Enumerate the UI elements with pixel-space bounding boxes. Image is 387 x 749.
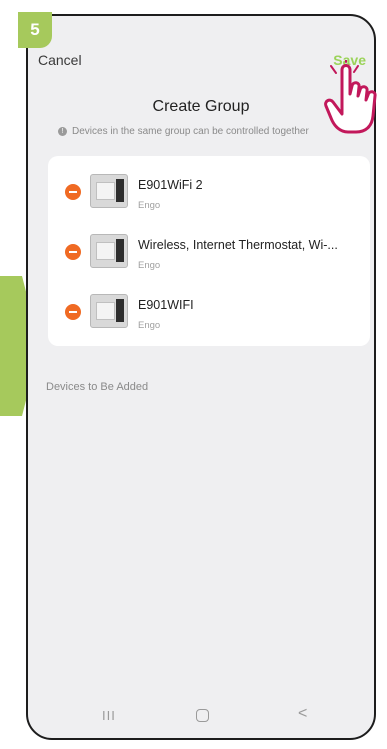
info-icon: ! [58, 126, 67, 136]
device-brand: Engo [138, 200, 161, 211]
cancel-button[interactable]: Cancel [38, 52, 82, 68]
device-name: Wireless, Internet Thermostat, Wi-... [138, 238, 338, 252]
device-row[interactable]: Wireless, Internet Thermostat, Wi-... En… [48, 222, 370, 282]
thermostat-icon [90, 234, 128, 268]
group-info-label: Devices in the same group can be control… [72, 126, 309, 137]
section-label-devices-to-add: Devices to Be Added [46, 381, 149, 393]
device-name: E901WIFI [138, 298, 194, 312]
back-button[interactable]: < [298, 705, 307, 723]
thermostat-icon [90, 174, 128, 208]
device-brand: Engo [138, 260, 161, 271]
remove-icon[interactable] [65, 184, 81, 200]
recent-apps-button[interactable]: III [102, 708, 116, 723]
thermostat-icon [90, 294, 128, 328]
remove-icon[interactable] [65, 244, 81, 260]
step-badge: 5 [18, 12, 52, 48]
device-brand: Engo [138, 320, 161, 331]
device-row[interactable]: E901WIFI Engo [48, 282, 370, 342]
remove-icon[interactable] [65, 304, 81, 320]
device-name: E901WiFi 2 [138, 178, 203, 192]
system-nav-bar: III < [28, 696, 374, 738]
device-row[interactable]: E901WiFi 2 Engo [48, 162, 370, 222]
home-button[interactable] [196, 709, 209, 722]
group-device-list: E901WiFi 2 Engo Wireless, Internet Therm… [48, 156, 370, 346]
pointer-hand-icon [324, 60, 377, 134]
